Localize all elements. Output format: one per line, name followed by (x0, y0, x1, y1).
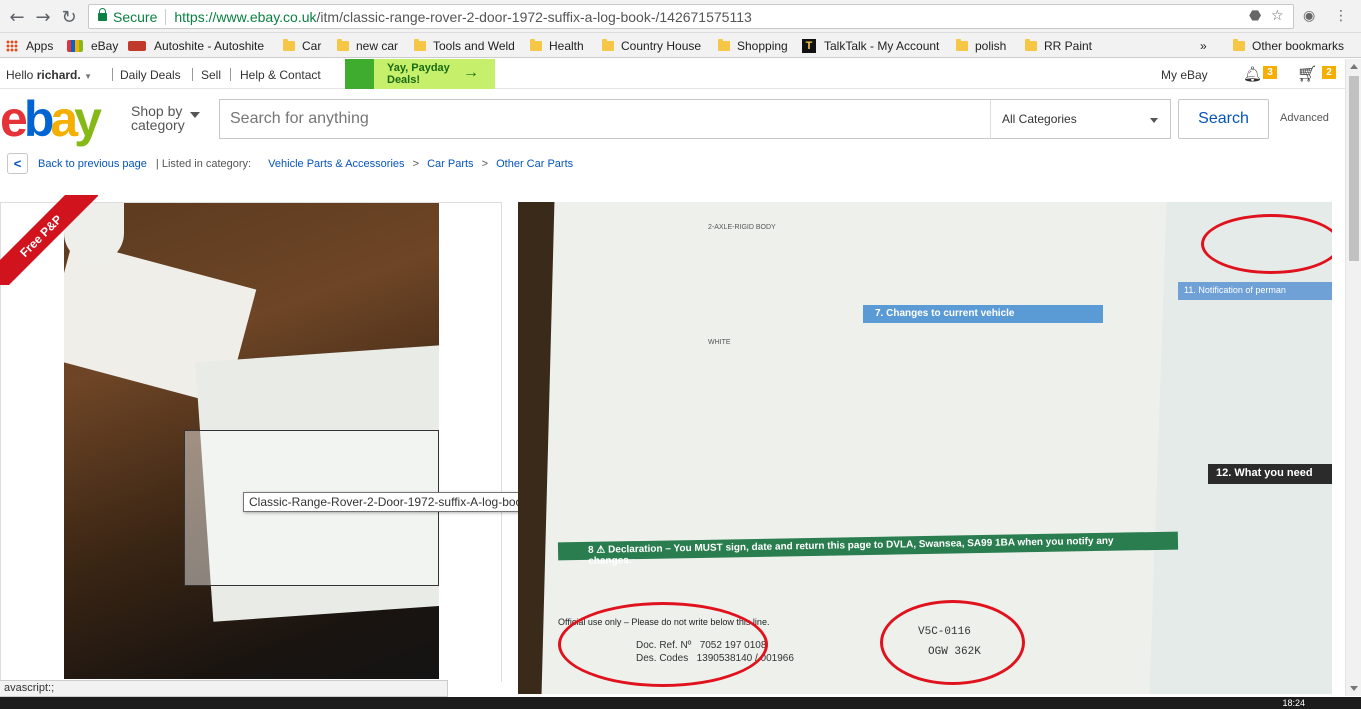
nav-divider (230, 68, 231, 81)
search-input[interactable]: Search for anything (219, 99, 991, 139)
shop-by-category-button[interactable]: Shop by category (131, 104, 185, 132)
advanced-search-link[interactable]: Advanced (1280, 112, 1329, 124)
status-bar: avascript:; (0, 680, 448, 697)
doc-section-7: 7. Changes to current vehicle (863, 305, 1103, 323)
scroll-down-icon[interactable] (1350, 686, 1358, 691)
ebay-logo[interactable]: ebay (0, 92, 102, 146)
promo-strip (345, 59, 374, 89)
back-arrow-icon[interactable]: ← (6, 6, 28, 28)
url-divider (165, 8, 167, 25)
menu-icon[interactable]: ⋮ (1334, 8, 1348, 24)
red-circle-annotation (558, 602, 768, 687)
cart-badge: 2 (1322, 66, 1336, 79)
bookmark-health[interactable]: Health (530, 37, 584, 54)
help-contact-link[interactable]: Help & Contact (240, 68, 321, 82)
bookmarks-bar: Apps eBay Autoshite - Autoshite Car new … (0, 33, 1361, 58)
folder-icon (1025, 38, 1037, 51)
folder-icon (414, 38, 426, 51)
bookmark-car[interactable]: Car (283, 37, 321, 54)
folder-icon (956, 38, 968, 51)
breadcrumb-separator: > (412, 158, 420, 170)
nav-divider (192, 68, 193, 81)
profile-icon[interactable]: ◉ (1303, 8, 1315, 24)
back-to-previous-link[interactable]: Back to previous page (38, 158, 147, 170)
bell-icon[interactable]: 🔔︎ (1243, 65, 1262, 83)
free-pp-ribbon-wrap: Free P&P (0, 195, 110, 285)
os-taskbar: 18:24 (0, 697, 1361, 709)
red-circle-annotation (880, 600, 1025, 685)
back-button[interactable]: < (7, 153, 28, 174)
page-scrollbar[interactable] (1345, 59, 1361, 696)
chevron-left-icon: < (13, 156, 22, 171)
chevron-down-icon: ▼ (84, 72, 92, 81)
breadcrumb-car-parts[interactable]: Car Parts (427, 158, 473, 170)
folder-icon (718, 38, 730, 51)
breadcrumb: Back to previous page | Listed in catego… (38, 158, 573, 170)
promo-text: Yay, Payday Deals! (387, 62, 450, 86)
breadcrumb-vehicle-parts[interactable]: Vehicle Parts & Accessories (268, 158, 404, 170)
cart-icon[interactable]: 🛒︎ (1297, 64, 1317, 83)
bookmark-star-icon[interactable]: ☆ (1271, 8, 1284, 24)
notification-badge: 3 (1263, 66, 1277, 79)
free-pp-ribbon: Free P&P (0, 195, 99, 285)
talktalk-icon: T (802, 38, 816, 53)
reload-icon[interactable]: ↻ (58, 6, 80, 28)
zoomed-photo: 2-AXLE-RIGID BODY WHITE 7. Changes to cu… (518, 202, 1332, 694)
scroll-thumb[interactable] (1349, 76, 1359, 261)
image-tooltip: Classic-Range-Rover-2-Door-1972-suffix-A… (243, 492, 535, 512)
folder-icon (602, 38, 614, 51)
lock-icon (98, 7, 107, 21)
bookmark-shopping[interactable]: Shopping (718, 37, 788, 54)
doc-section-11: 11. Notification of perman (1178, 282, 1332, 300)
doc-colour: WHITE (708, 339, 731, 346)
bookmark-other-bookmarks[interactable]: Other bookmarks (1233, 37, 1344, 54)
bookmarks-overflow-chevron[interactable]: » (1200, 37, 1207, 54)
bookmark-autoshite[interactable]: Autoshite - Autoshite (128, 37, 264, 54)
bookmark-talktalk[interactable]: T TalkTalk - My Account (802, 37, 944, 54)
address-bar[interactable]: Secure https://www.ebay.co.uk/itm/classi… (88, 4, 1294, 29)
listed-in-label: | Listed in category: (155, 158, 252, 170)
url-text: https://www.ebay.co.uk/itm/classic-range… (174, 8, 752, 25)
breadcrumb-other-car-parts[interactable]: Other Car Parts (496, 158, 573, 170)
sell-link[interactable]: Sell (201, 68, 221, 82)
search-button[interactable]: Search (1178, 99, 1269, 139)
category-select[interactable]: All Categories (990, 99, 1171, 139)
doc-section-12: 12. What you need (1208, 464, 1332, 484)
folder-icon (337, 38, 349, 51)
folder-icon (283, 38, 295, 51)
forward-arrow-icon[interactable]: → (32, 6, 54, 28)
bookmark-country-house[interactable]: Country House (602, 37, 701, 54)
chevron-down-icon (190, 112, 200, 118)
user-greeting[interactable]: Hello richard. ▼ (6, 68, 92, 82)
nav-divider (112, 68, 113, 81)
autoshite-icon (128, 40, 146, 51)
doc-body-type: 2-AXLE-RIGID BODY (708, 224, 776, 231)
chevron-down-icon (1150, 118, 1158, 123)
scroll-up-icon[interactable] (1350, 64, 1358, 69)
folder-icon (1233, 38, 1245, 51)
my-ebay-link[interactable]: My eBay (1161, 68, 1208, 82)
breadcrumb-separator: > (481, 158, 489, 170)
red-circle-annotation (1201, 214, 1332, 274)
bookmark-new-car[interactable]: new car (337, 37, 398, 54)
ebay-top-nav: Hello richard. ▼ Daily Deals Sell Help &… (0, 59, 1345, 89)
bookmark-tools-and-weld[interactable]: Tools and Weld (414, 37, 515, 54)
bookmark-polish[interactable]: polish (956, 37, 1006, 54)
apps-grid-icon (6, 39, 18, 52)
logbook-side-page (1148, 202, 1332, 694)
folder-icon (530, 38, 542, 51)
secure-label: Secure (113, 8, 158, 25)
bookmark-apps[interactable]: Apps (6, 37, 53, 54)
bookmark-rr-paint[interactable]: RR Paint (1025, 37, 1092, 54)
daily-deals-link[interactable]: Daily Deals (120, 68, 181, 82)
bookmark-ebay[interactable]: eBay (67, 37, 118, 54)
taskbar-clock: 18:24 (1282, 698, 1305, 708)
payday-deals-banner[interactable]: Yay, Payday Deals! → (345, 59, 495, 89)
browser-toolbar: ← → ↻ Secure https://www.ebay.co.uk/itm/… (0, 0, 1361, 33)
ebay-bag-icon (67, 39, 83, 52)
arrow-right-icon: → (463, 64, 479, 81)
extension-icon[interactable]: ⬣ (1249, 8, 1261, 24)
